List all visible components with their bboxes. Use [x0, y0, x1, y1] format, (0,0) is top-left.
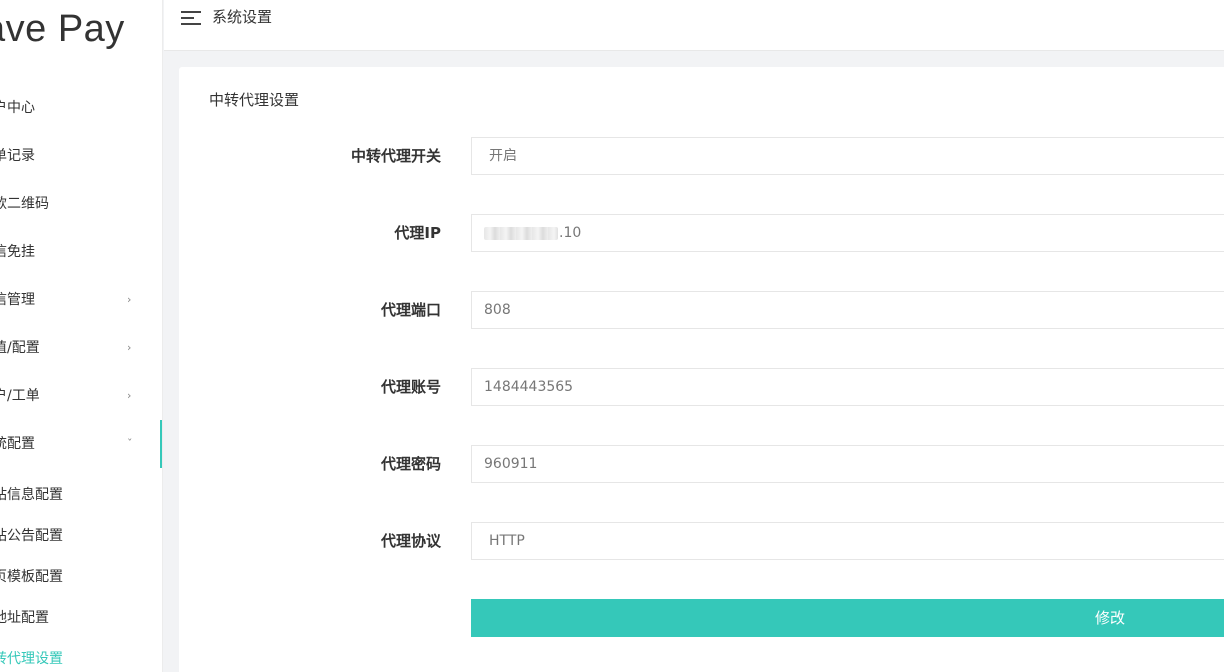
sidebar-subitem-label: 页模板配置 — [0, 569, 63, 585]
page-title: 系统设置 — [212, 8, 273, 26]
submit-button-label: 修改 — [1095, 609, 1126, 627]
sidebar-item-label: 值/配置 — [0, 340, 40, 356]
sidebar-subitem-page-template[interactable]: 页模板配置 — [0, 557, 162, 598]
sidebar-subitem-relay-proxy[interactable]: 转代理设置 — [0, 639, 162, 672]
proxy-ip-label: 代理IP — [394, 224, 441, 242]
sidebar-item-order-records[interactable]: 单记录 — [0, 132, 162, 180]
form-row-proxy-switch: 中转代理开关 开启 — [179, 137, 1224, 175]
sidebar-subitem-label: 站信息配置 — [0, 487, 63, 503]
sidebar-subitem-label: 转代理设置 — [0, 651, 63, 667]
sidebar-item-system-config[interactable]: 统配置 ˇ — [0, 420, 162, 468]
proxy-ip-value: .10 — [559, 225, 582, 241]
chevron-right-icon: › — [127, 293, 132, 306]
proxy-port-label: 代理端口 — [380, 301, 441, 319]
proxy-switch-value: 开启 — [489, 148, 517, 164]
sidebar-item-label: 信免挂 — [0, 244, 35, 260]
sidebar-item-label: 统配置 — [0, 436, 35, 452]
proxy-ip-field[interactable]: .10 — [471, 214, 1224, 252]
sidebar-item-label: 户中心 — [0, 100, 35, 116]
sidebar-item-label: 户/工单 — [0, 388, 40, 404]
proxy-protocol-select[interactable]: HTTP — [471, 522, 1224, 560]
form-row-proxy-password: 代理密码 960911 — [179, 445, 1224, 483]
sidebar-item-qr-codes[interactable]: 款二维码 — [0, 180, 162, 228]
proxy-password-field[interactable]: 960911 — [471, 445, 1224, 483]
proxy-account-field[interactable]: 1484443565 — [471, 368, 1224, 406]
chevron-right-icon: › — [127, 341, 132, 354]
form-row-proxy-account: 代理账号 1484443565 — [179, 368, 1224, 406]
proxy-protocol-label: 代理协议 — [380, 532, 441, 550]
proxy-switch-select[interactable]: 开启 — [471, 137, 1224, 175]
sidebar-item-wechat-management[interactable]: 信管理 › — [0, 276, 162, 324]
proxy-port-field[interactable]: 808 — [471, 291, 1224, 329]
submit-button[interactable]: 修改 — [471, 599, 1224, 637]
settings-card: 中转代理设置 中转代理开关 开启 代理IP .10 代理端口 808 代理账号 … — [179, 67, 1224, 672]
proxy-password-value: 960911 — [484, 456, 538, 472]
sidebar-submenu: 站信息配置 站公告配置 页模板配置 地址配置 转代理设置 — [0, 475, 162, 672]
sidebar-item-recharge-config[interactable]: 值/配置 › — [0, 324, 162, 372]
sidebar-subitem-site-info[interactable]: 站信息配置 — [0, 475, 162, 516]
proxy-switch-label: 中转代理开关 — [350, 147, 441, 165]
sidebar-subitem-label: 地址配置 — [0, 610, 49, 626]
top-header: 系统设置 — [164, 0, 1224, 51]
proxy-password-label: 代理密码 — [380, 455, 441, 473]
sidebar-menu: 户中心 单记录 款二维码 信免挂 信管理 › 值/配置 › 户/工单 › 统配置… — [0, 84, 162, 468]
sidebar-item-label: 款二维码 — [0, 196, 49, 212]
proxy-port-value: 808 — [484, 302, 511, 318]
sidebar-subitem-site-notice[interactable]: 站公告配置 — [0, 516, 162, 557]
sidebar: ave Pay 户中心 单记录 款二维码 信免挂 信管理 › 值/配置 › 户/… — [0, 0, 163, 672]
proxy-account-value: 1484443565 — [484, 379, 574, 395]
chevron-down-icon: ˇ — [127, 437, 133, 450]
sidebar-item-user-center[interactable]: 户中心 — [0, 84, 162, 132]
sidebar-item-label: 单记录 — [0, 148, 35, 164]
sidebar-subitem-address-config[interactable]: 地址配置 — [0, 598, 162, 639]
card-title: 中转代理设置 — [209, 91, 300, 109]
form-row-proxy-protocol: 代理协议 HTTP — [179, 522, 1224, 560]
sidebar-item-label: 信管理 — [0, 292, 35, 308]
app-logo: ave Pay — [0, 8, 125, 50]
proxy-account-label: 代理账号 — [380, 378, 441, 396]
sidebar-subitem-label: 站公告配置 — [0, 528, 63, 544]
sidebar-item-wechat-hosting[interactable]: 信免挂 — [0, 228, 162, 276]
hamburger-menu-icon[interactable] — [181, 9, 201, 25]
sidebar-item-users-tickets[interactable]: 户/工单 › — [0, 372, 162, 420]
redacted-ip-mask — [484, 226, 558, 240]
form-row-proxy-port: 代理端口 808 — [179, 291, 1224, 329]
form-row-proxy-ip: 代理IP .10 — [179, 214, 1224, 252]
chevron-right-icon: › — [127, 389, 132, 402]
proxy-protocol-value: HTTP — [489, 533, 525, 549]
